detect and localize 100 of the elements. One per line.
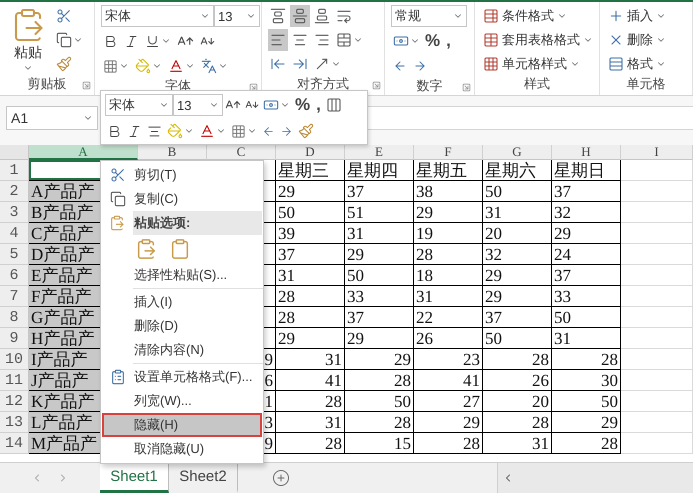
font-size-dropdown[interactable]: 13 xyxy=(214,5,260,27)
table-icon xyxy=(483,32,499,48)
table-cell: 29 xyxy=(552,223,621,244)
table-cell: 23 xyxy=(414,349,483,370)
styles-menu-button[interactable]: 单元格样式 xyxy=(481,53,595,75)
column-header[interactable]: D xyxy=(276,145,345,160)
percent-button[interactable]: % xyxy=(292,94,314,116)
name-box[interactable]: A1 xyxy=(6,106,98,130)
paintbrush-icon xyxy=(298,123,314,139)
row-header[interactable]: 4 xyxy=(0,223,29,244)
table-cell: 20 xyxy=(483,223,552,244)
table-cell: 50 xyxy=(552,307,621,328)
font-name-dropdown[interactable]: 宋体 xyxy=(101,5,214,27)
number-format-dropdown[interactable]: 常规 xyxy=(391,5,467,27)
table-cell: 29 xyxy=(414,202,483,223)
menu-item[interactable]: 隐藏(H) xyxy=(102,413,262,437)
cells-menu-button[interactable]: 删除 xyxy=(606,29,668,51)
column-header[interactable]: C xyxy=(207,145,276,160)
row-header[interactable]: 12 xyxy=(0,391,29,412)
group-label: 数字 xyxy=(416,77,442,95)
row-header[interactable]: 3 xyxy=(0,202,29,223)
sheet-tab[interactable]: Sheet1 xyxy=(100,463,169,493)
percent-button[interactable]: % xyxy=(422,30,444,52)
row-header[interactable]: 8 xyxy=(0,307,29,328)
row-header[interactable]: 5 xyxy=(0,244,29,265)
column-header[interactable]: F xyxy=(414,145,483,160)
table-cell: 41 xyxy=(414,370,483,391)
row-header[interactable]: 2 xyxy=(0,181,29,202)
row-header[interactable]: 9 xyxy=(0,328,29,349)
vertical-align-button[interactable] xyxy=(290,5,310,27)
table-cell: 37 xyxy=(345,181,414,202)
row-header[interactable]: 14 xyxy=(0,433,29,454)
align-right-icon xyxy=(314,32,330,48)
paintbrush-icon xyxy=(56,56,72,72)
cells-menu-button[interactable]: 格式 xyxy=(606,53,668,75)
italic-icon xyxy=(127,124,142,138)
table-cell: 19 xyxy=(414,223,483,244)
arrow-right-icon xyxy=(280,124,293,138)
table-cell: 28 xyxy=(483,412,552,433)
clipboard-icon xyxy=(109,215,125,231)
row-header[interactable]: 1 xyxy=(0,160,29,181)
table-cell: 31 xyxy=(552,328,621,349)
scissors-icon xyxy=(110,167,126,183)
column-header[interactable]: H xyxy=(552,145,621,160)
styles-menu-button[interactable]: 套用表格格式 xyxy=(481,29,595,51)
table-cell: 29 xyxy=(414,412,483,433)
font-name-dropdown[interactable]: 宋体 xyxy=(105,94,173,116)
column-header[interactable]: B xyxy=(138,145,207,160)
table-cell: 27 xyxy=(414,391,483,412)
column-header[interactable]: E xyxy=(345,145,414,160)
table-cell: 37 xyxy=(552,265,621,286)
table-cell: 41 xyxy=(276,370,345,391)
copy-icon xyxy=(110,191,126,207)
row-header[interactable]: 11 xyxy=(0,370,29,391)
wrap-text-icon xyxy=(336,8,352,24)
cells-menu-button[interactable]: 插入 xyxy=(606,5,668,27)
column-header[interactable]: G xyxy=(483,145,552,160)
table-cell: 29 xyxy=(483,286,552,307)
table-cell: 50 xyxy=(345,391,414,412)
row-header[interactable]: 13 xyxy=(0,412,29,433)
dialog-launcher-icon[interactable] xyxy=(249,83,258,92)
table-cell: 31 xyxy=(483,433,552,454)
group-label: 样式 xyxy=(524,75,550,93)
row-header[interactable]: 10 xyxy=(0,349,29,370)
table-cell: 32 xyxy=(552,202,621,223)
styles-menu-button[interactable]: 条件格式 xyxy=(481,5,595,27)
clipboard-icon xyxy=(169,238,191,260)
table-cell: 39 xyxy=(276,223,345,244)
dialog-launcher-icon[interactable] xyxy=(372,81,381,90)
table-cell: 星期六 xyxy=(483,160,552,181)
add-sheet-icon[interactable] xyxy=(272,469,290,487)
table-cell: 26 xyxy=(414,328,483,349)
table-cell: 31 xyxy=(345,223,414,244)
align-left-icon xyxy=(270,32,286,48)
column-header[interactable]: I xyxy=(621,145,693,160)
comma-button[interactable]: , xyxy=(313,94,324,116)
paste-button[interactable]: 粘贴 xyxy=(6,5,50,75)
underline-icon xyxy=(145,34,160,48)
horizontal-scrollbar[interactable] xyxy=(497,463,693,493)
conditional-format-icon xyxy=(483,8,499,24)
comma-button[interactable]: , xyxy=(443,30,454,52)
table-cell: 30 xyxy=(552,370,621,391)
table-cell: 29 xyxy=(345,349,414,370)
dialog-launcher-icon[interactable] xyxy=(462,83,471,92)
row-header[interactable]: 6 xyxy=(0,265,29,286)
table-cell: 28 xyxy=(276,391,345,412)
italic-icon xyxy=(124,34,139,48)
font-size-dropdown[interactable]: 13 xyxy=(173,94,223,116)
grid-icon xyxy=(483,56,499,72)
table-cell: 星期四 xyxy=(345,160,414,181)
format-list-icon xyxy=(110,369,126,385)
table-cell: 29 xyxy=(276,328,345,349)
table-cell: 20 xyxy=(483,391,552,412)
dialog-launcher-icon[interactable] xyxy=(82,81,91,90)
top-align-icon xyxy=(270,8,286,24)
row-header[interactable]: 7 xyxy=(0,286,29,307)
horizontal-align-button[interactable] xyxy=(268,29,288,51)
table-cell: 26 xyxy=(483,370,552,391)
column-header[interactable]: A xyxy=(29,145,138,160)
table-cell: 星期三 xyxy=(276,160,345,181)
